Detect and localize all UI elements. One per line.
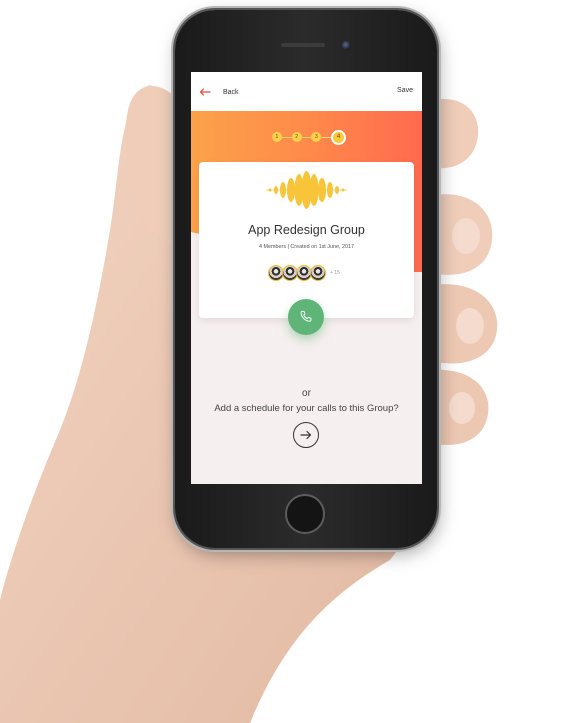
group-name: App Redesign Group [248,223,365,237]
group-card: App Redesign Group 4 Members | Created o… [199,162,414,318]
arrow-right-icon [300,430,312,440]
step-connector [321,136,332,138]
step-4-current[interactable]: 4 [331,129,346,145]
step-connector [281,136,292,138]
soundwave-icon [266,171,347,209]
schedule-prompt: Add a schedule for your calls to this Gr… [214,403,399,414]
app-screen: Back Save 1 2 3 4 App Redesign Group 4 M… [191,72,422,484]
more-members-count: + 15 [330,270,340,276]
home-button[interactable] [285,494,325,534]
device-mockup: Back Save 1 2 3 4 App Redesign Group 4 M… [0,0,570,723]
group-meta: 4 Members | Created on 1st June, 2017 [259,244,354,250]
step-2[interactable]: 2 [291,132,302,142]
step-3[interactable]: 3 [311,132,322,142]
step-indicator: 1 2 3 4 [272,129,346,145]
or-separator: or [302,388,311,399]
speaker-grille [281,43,325,47]
front-camera [342,41,351,50]
avatar [310,265,326,281]
call-button[interactable] [288,299,324,335]
step-1[interactable]: 1 [272,132,282,142]
step-connector [301,136,312,138]
phone-icon [300,310,312,322]
member-avatars[interactable]: + 15 [268,264,340,282]
schedule-next-button[interactable] [293,422,319,448]
